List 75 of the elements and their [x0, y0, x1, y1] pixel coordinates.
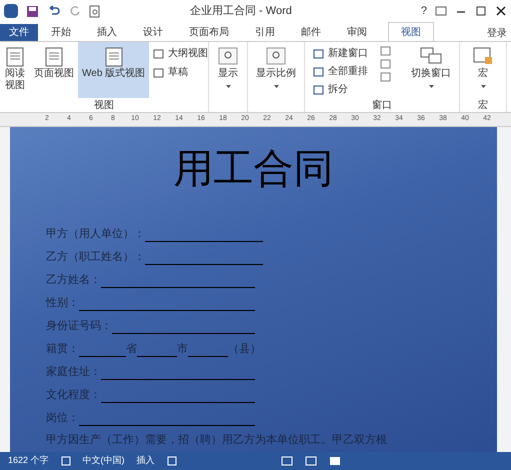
window-button[interactable]: 新建窗口 [313, 46, 368, 61]
group-label: 宏 [477, 98, 490, 112]
view-button[interactable]: Web 版式视图 [78, 42, 150, 98]
field-label: 籍贯： [46, 342, 79, 356]
body-paragraph: 甲方因生产（工作）需要，招（聘）用乙方为本单位职工。甲乙双方根 [46, 432, 388, 448]
field-label: （县） [228, 342, 261, 356]
window-button[interactable]: 拆分 [313, 82, 368, 97]
insert-mode-indicator[interactable]: 插入 [136, 454, 155, 468]
windows-icon [419, 46, 444, 66]
read-mode-icon[interactable] [281, 456, 293, 466]
view-button[interactable]: 页面视图 [30, 42, 78, 98]
display-icon [217, 46, 240, 66]
print-preview-icon[interactable] [89, 4, 101, 18]
window-icon [313, 48, 324, 58]
macro-record-icon[interactable] [166, 456, 177, 466]
field-label: 文化程度： [46, 388, 101, 402]
document-icon [4, 46, 26, 68]
caret-icon [274, 85, 279, 88]
document-icon [153, 68, 164, 78]
language-indicator[interactable]: 中文(中国) [82, 454, 125, 468]
ribbon-tab[interactable]: 审阅 [334, 24, 380, 41]
word-logo-icon[interactable] [4, 4, 18, 18]
ribbon-button[interactable]: 显示比例 [248, 42, 306, 112]
word-count[interactable]: 1622 个字 [8, 454, 49, 468]
ribbon-tab[interactable]: 插入 [84, 24, 130, 41]
window-icon [313, 66, 324, 76]
window-button[interactable]: 全部重排 [313, 64, 368, 79]
proofing-icon[interactable] [60, 456, 71, 466]
field-label: 身份证号码： [46, 318, 112, 334]
ribbon-button[interactable]: 显示 [209, 42, 248, 112]
view-button[interactable]: 草稿 [153, 65, 208, 80]
field-label: 省 [126, 342, 137, 356]
save-icon[interactable] [26, 4, 39, 18]
switch-window-button[interactable]: 切换窗口 [403, 42, 460, 98]
field-label: 甲方（用人单位）： [46, 226, 145, 242]
help-button[interactable]: ? [420, 2, 427, 20]
ribbon-tab[interactable]: 文件 [0, 24, 38, 41]
field-label: 市 [177, 342, 188, 356]
view-button[interactable]: 阅读视图 [0, 42, 30, 98]
caret-icon [428, 85, 434, 88]
window-icon[interactable] [380, 59, 392, 69]
maximize-icon[interactable] [475, 6, 487, 16]
field-label: 家庭住址： [46, 364, 101, 380]
caret-icon [480, 85, 486, 88]
ribbon-tab[interactable]: 视图 [388, 22, 434, 41]
window-icon[interactable] [380, 46, 392, 56]
macro-button[interactable]: 宏 [472, 42, 494, 98]
ribbon-tab[interactable]: 邮件 [288, 24, 334, 41]
close-icon[interactable] [495, 6, 507, 16]
undo-icon[interactable] [47, 5, 61, 17]
ribbon-tab[interactable]: 设计 [130, 24, 176, 41]
field-label: 性别： [46, 296, 79, 310]
caret-icon [226, 85, 231, 88]
sign-in-link[interactable]: 登录 [487, 22, 511, 41]
window-title: 企业用工合同 - Word [189, 4, 293, 19]
ribbon-tab[interactable]: 开始 [38, 24, 84, 41]
print-layout-icon[interactable] [305, 456, 317, 466]
group-label: 窗口 [371, 98, 394, 112]
web-layout-icon[interactable] [329, 456, 341, 466]
document-icon [102, 46, 125, 68]
ribbon-display-icon[interactable] [435, 6, 447, 16]
field-label: 乙方（职工姓名）： [46, 250, 145, 264]
ribbon-tab[interactable]: 引用 [242, 24, 288, 41]
document-title: 用工合同 [172, 145, 334, 193]
macro-icon [472, 46, 494, 66]
document-icon [43, 46, 65, 68]
window-icon[interactable] [380, 72, 392, 82]
ribbon-tab[interactable]: 页面布局 [176, 24, 242, 41]
document-icon [153, 48, 164, 58]
window-icon [313, 84, 324, 94]
view-button[interactable]: 大纲视图 [153, 46, 208, 61]
group-label: 视图 [93, 98, 116, 112]
field-label: 岗位： [46, 410, 79, 426]
field-label: 乙方姓名： [46, 272, 101, 288]
magnifier-icon [265, 46, 288, 66]
